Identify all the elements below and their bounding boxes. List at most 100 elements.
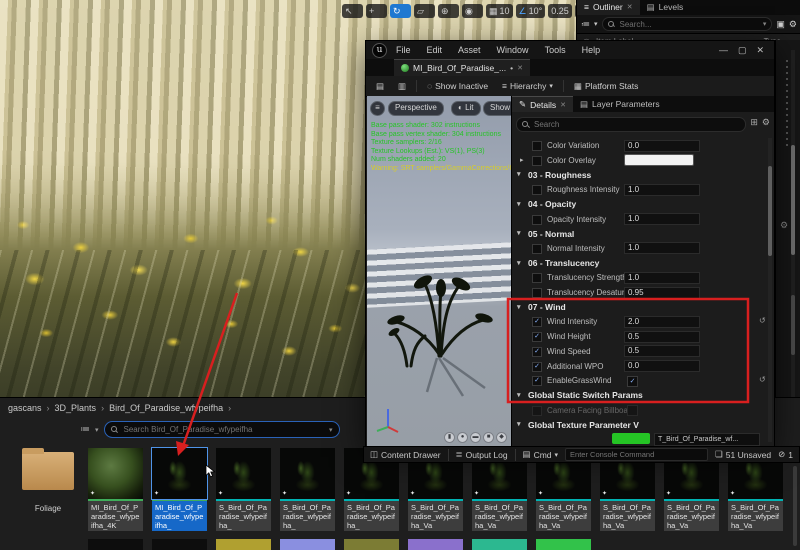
- value-field[interactable]: 1.0: [624, 213, 700, 225]
- minimize-button[interactable]: —: [719, 45, 728, 56]
- chevron-down-icon[interactable]: ▾: [329, 426, 333, 434]
- override-checkbox-checked[interactable]: ✓: [532, 361, 542, 372]
- override-checkbox[interactable]: [532, 405, 542, 416]
- content-browser-scrollbar[interactable]: [793, 466, 797, 546]
- plane-mesh-button[interactable]: ▬: [470, 432, 481, 443]
- show-inactive-button[interactable]: ◌ Show Inactive: [423, 79, 492, 93]
- texture-tile-stub[interactable]: [280, 539, 335, 550]
- asset-tile-mi-selected[interactable]: ✦ MI_Bird_Of_Paradise_wfypeifha_: [151, 447, 208, 531]
- details-scrollbar[interactable]: [768, 138, 772, 442]
- chevron-down-icon[interactable]: ▾: [763, 20, 767, 28]
- color-swatch[interactable]: [624, 154, 694, 167]
- cmd-dropdown[interactable]: ▤ Cmd ▾: [523, 449, 559, 460]
- texture-tile-stub[interactable]: [472, 539, 527, 550]
- value-field[interactable]: 0.0: [624, 360, 700, 372]
- section-global-static-switch[interactable]: ▾ Global Static Switch Params: [512, 388, 766, 403]
- override-checkbox[interactable]: [532, 155, 542, 166]
- scrollbar-thumb-2[interactable]: [791, 295, 795, 355]
- scale-tool-button[interactable]: ▱: [414, 3, 435, 18]
- tab-layer-parameters[interactable]: ▤ Layer Parameters: [573, 96, 667, 112]
- scrollbar-thumb[interactable]: [791, 145, 795, 255]
- value-field[interactable]: 1.0: [624, 183, 700, 196]
- viewport-menu-button[interactable]: ≡: [370, 101, 385, 116]
- section-wind[interactable]: ▾ 07 - Wind: [512, 300, 766, 315]
- surface-snap-button[interactable]: ◉: [462, 3, 483, 18]
- menu-asset[interactable]: Asset: [451, 45, 488, 55]
- outliner-search-input[interactable]: [617, 18, 760, 30]
- texture-tile-stub[interactable]: [408, 539, 463, 550]
- grid-view-icon[interactable]: ⊞: [750, 117, 758, 128]
- content-search-input[interactable]: [121, 424, 325, 435]
- value-field[interactable]: 0.0: [624, 139, 700, 152]
- tab-outliner[interactable]: ≡ Outliner ✕: [577, 0, 640, 15]
- override-checkbox[interactable]: [532, 214, 542, 225]
- menu-help[interactable]: Help: [575, 45, 608, 55]
- value-field[interactable]: 0.5: [624, 345, 700, 358]
- show-menu-button[interactable]: Show: [483, 101, 511, 116]
- breadcrumb-item[interactable]: 3D_Plants: [55, 403, 97, 413]
- breadcrumb-item[interactable]: Bird_Of_Paradise_wfypeifha: [109, 403, 223, 413]
- override-checkbox[interactable]: [532, 185, 542, 196]
- texture-asset-field[interactable]: T_Bird_Of_Paradise_wf...: [654, 433, 760, 446]
- cylinder-mesh-button[interactable]: ▮: [444, 432, 455, 443]
- filter-icon[interactable]: ≔: [581, 19, 590, 30]
- folder-tile-foliage[interactable]: Foliage: [18, 448, 78, 513]
- world-coordinate-button[interactable]: ⊕: [438, 3, 459, 18]
- browse-to-asset-button[interactable]: ▥: [394, 79, 410, 94]
- perspective-button[interactable]: Perspective: [388, 101, 444, 116]
- details-search-input[interactable]: [532, 119, 740, 130]
- lit-mode-button[interactable]: ◐ Lit: [451, 101, 481, 116]
- tab-mi-bird-of-paradise[interactable]: MI_Bird_Of_Paradise_... • ✕: [394, 59, 530, 76]
- close-icon[interactable]: ✕: [627, 0, 633, 15]
- texture-tile-stub[interactable]: [216, 539, 271, 550]
- asset-tile-static-mesh[interactable]: ✦ S_Bird_Of_Paradise_wfypeifha_: [216, 448, 271, 531]
- texture-tile-stub[interactable]: [88, 539, 143, 550]
- override-checkbox-checked[interactable]: ✓: [532, 332, 542, 343]
- move-tool-button[interactable]: +: [366, 3, 387, 18]
- platform-stats-button[interactable]: ▦ Platform Stats: [570, 79, 642, 94]
- reset-to-default-icon[interactable]: ↺: [759, 316, 766, 325]
- menu-window[interactable]: Window: [490, 45, 536, 55]
- custom-mesh-button[interactable]: ◆: [496, 432, 507, 443]
- grid-snap-button[interactable]: ▦ 10: [486, 3, 513, 18]
- value-field[interactable]: 0.95: [624, 286, 700, 299]
- scale-snap-button[interactable]: 0.25: [548, 3, 572, 18]
- texture-thumbnail-button[interactable]: [612, 433, 650, 444]
- save-button[interactable]: ▤: [372, 79, 388, 94]
- asset-tile-mi-4k[interactable]: ✦ MI_Bird_Of_Paradise_wfypeifha_4K: [88, 448, 143, 531]
- close-button[interactable]: ✕: [756, 45, 764, 56]
- sphere-mesh-button[interactable]: ●: [457, 432, 468, 443]
- override-checkbox-checked[interactable]: ✓: [532, 346, 542, 357]
- value-field[interactable]: 1.0: [624, 271, 700, 284]
- material-preview-viewport[interactable]: ≡ Perspective ◐ Lit Show Base pass shade…: [367, 96, 511, 447]
- texture-tile-stub[interactable]: [536, 539, 591, 550]
- menu-edit[interactable]: Edit: [420, 45, 450, 55]
- value-field[interactable]: 0.5: [624, 330, 700, 343]
- section-global-texture[interactable]: ▾ Global Texture Parameter V: [512, 417, 766, 432]
- menu-file[interactable]: File: [389, 45, 418, 55]
- output-log-button[interactable]: ≣ Output Log: [455, 449, 507, 460]
- override-checkbox[interactable]: [532, 273, 542, 284]
- select-tool-button[interactable]: ↖: [342, 3, 363, 18]
- override-checkbox[interactable]: [532, 243, 542, 254]
- section-translucency[interactable]: ▾ 06 - Translucency: [512, 256, 766, 271]
- value-field[interactable]: 1.0: [624, 242, 700, 255]
- console-command-input[interactable]: [565, 448, 709, 461]
- maximize-button[interactable]: ▢: [738, 45, 747, 56]
- override-checkbox-checked[interactable]: ✓: [532, 376, 542, 387]
- breadcrumb-item[interactable]: gascans: [8, 403, 42, 413]
- section-normal[interactable]: ▾ 05 - Normal: [512, 226, 766, 241]
- rotate-tool-button[interactable]: ↻: [390, 3, 411, 18]
- override-checkbox[interactable]: [532, 288, 542, 298]
- value-field[interactable]: 2.0: [624, 315, 700, 328]
- override-checkbox[interactable]: [532, 141, 542, 151]
- override-checkbox-checked[interactable]: ✓: [532, 317, 542, 328]
- texture-tile-stub[interactable]: [344, 539, 399, 550]
- revision-control-button[interactable]: ⊘ 1: [778, 449, 793, 460]
- close-icon[interactable]: ✕: [560, 101, 566, 109]
- folder-add-icon[interactable]: ▣: [776, 19, 785, 30]
- menu-tools[interactable]: Tools: [538, 45, 573, 55]
- filter-icon[interactable]: ≔: [80, 424, 90, 435]
- gear-icon[interactable]: ⚙: [780, 220, 788, 231]
- close-icon[interactable]: ✕: [517, 64, 523, 72]
